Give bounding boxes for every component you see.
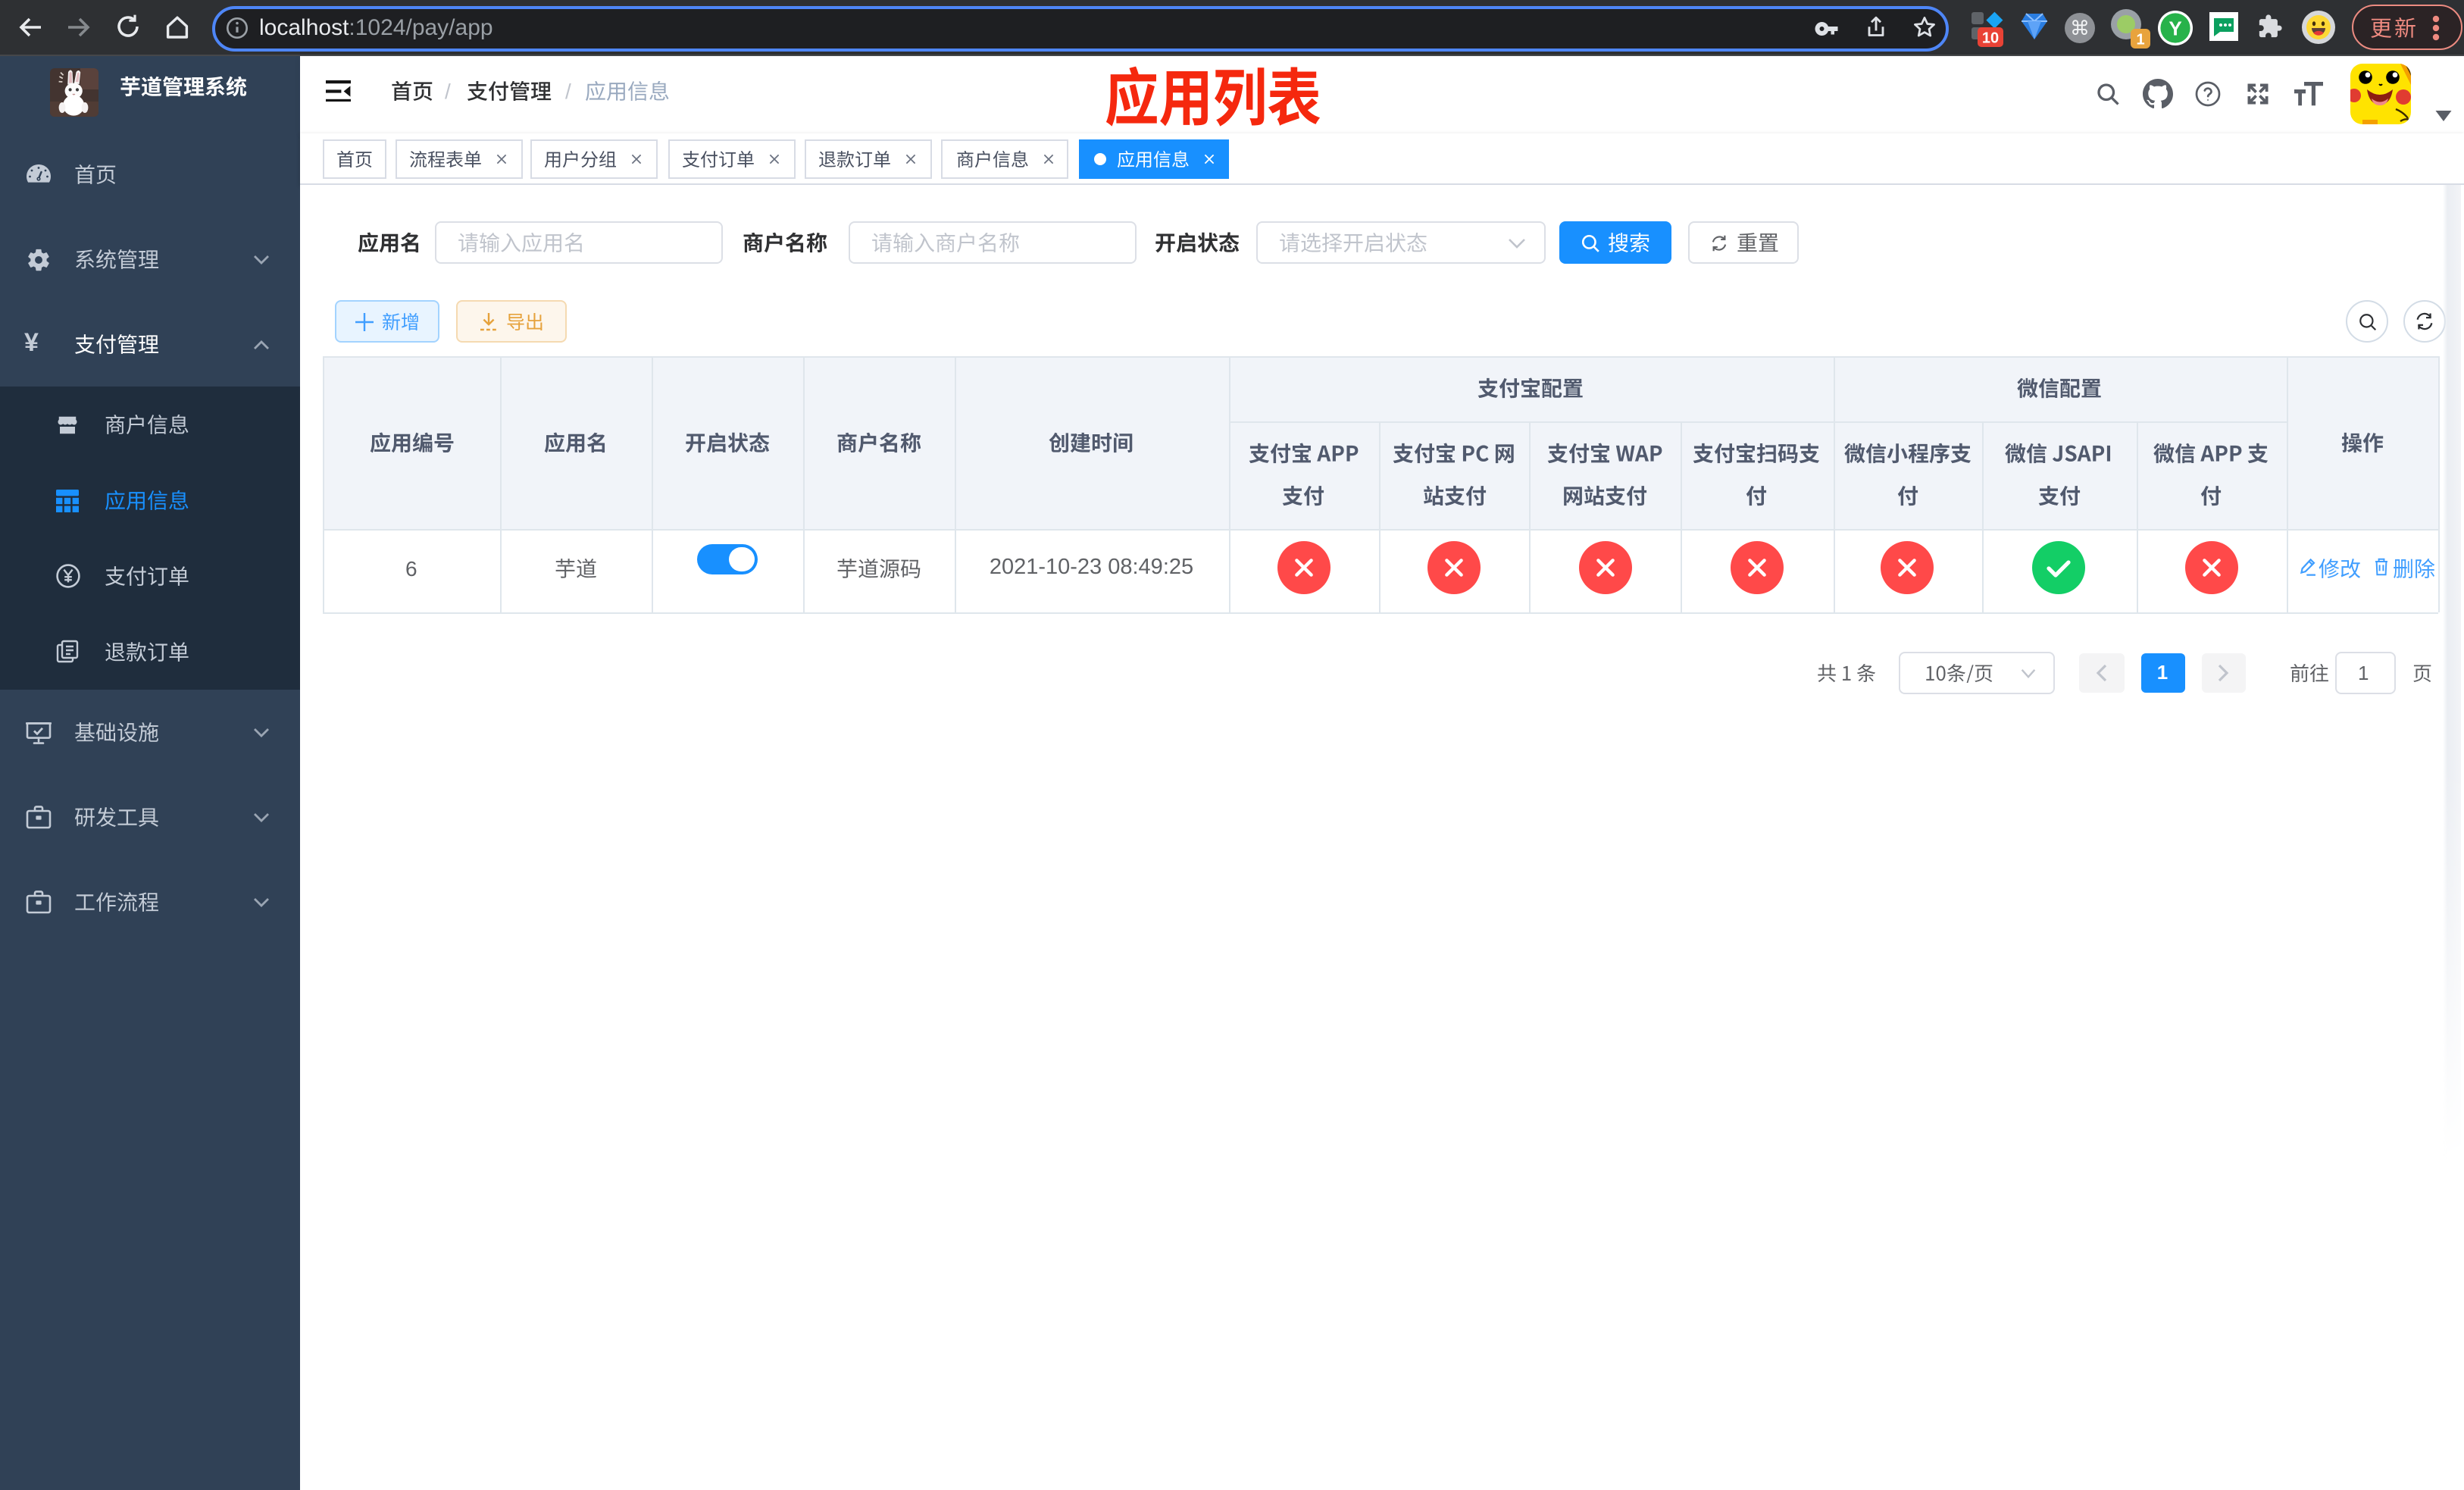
svg-text:1: 1	[2136, 31, 2144, 48]
svg-text:Y: Y	[2169, 17, 2181, 40]
svg-text:10: 10	[1982, 30, 1999, 46]
svg-text:⌘: ⌘	[2070, 17, 2090, 39]
